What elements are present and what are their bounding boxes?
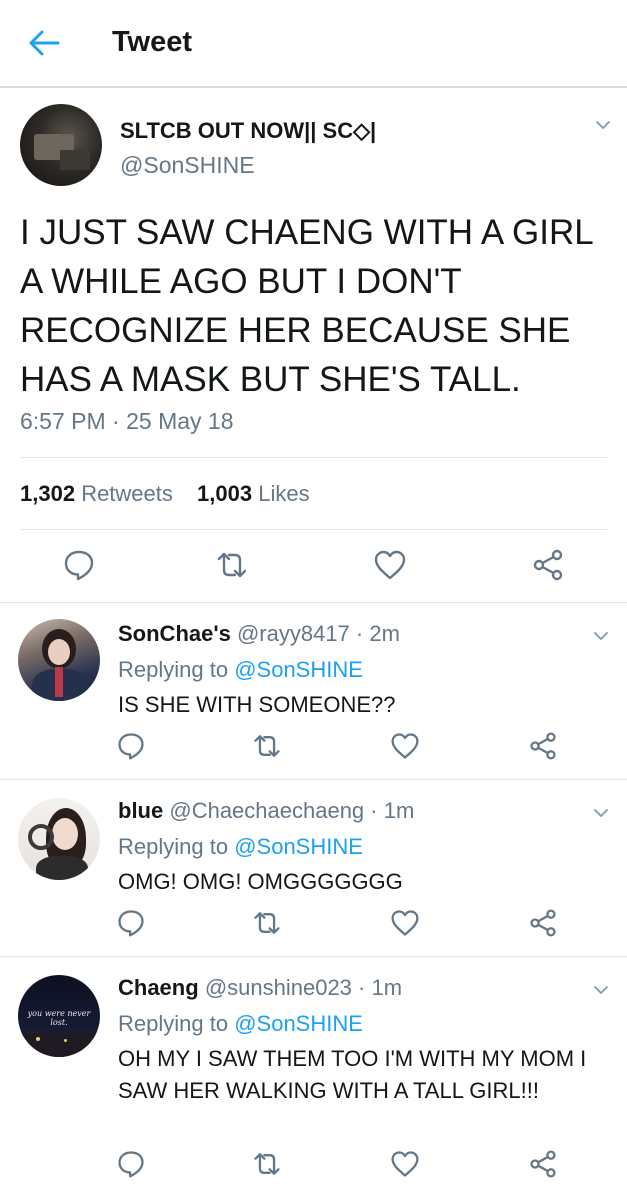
chevron-down-icon[interactable] — [596, 118, 610, 132]
retweet-icon[interactable] — [252, 1149, 282, 1179]
reply-author-handle[interactable]: @rayy8417 — [237, 621, 350, 646]
avatar[interactable] — [18, 619, 100, 701]
retweet-icon[interactable] — [215, 548, 249, 582]
like-heart-icon[interactable] — [373, 548, 407, 582]
like-heart-icon[interactable] — [390, 1149, 420, 1179]
reply-text: OH MY I SAW THEM TOO I'M WITH MY MOM I S… — [118, 1046, 587, 1103]
reply-text: IS SHE WITH SOMEONE?? — [118, 692, 396, 717]
tweet-author-name[interactable]: SLTCB OUT NOW|| SC◇| — [120, 118, 376, 144]
divider — [20, 457, 607, 458]
reply-tweet[interactable]: blue @Chaechaechaeng · 1m Replying to @S… — [0, 780, 627, 956]
reply-header: Chaeng @sunshine023 · 1m — [118, 975, 402, 1001]
main-tweet: SLTCB OUT NOW|| SC◇| @SonSHINE I JUST SA… — [0, 88, 627, 600]
reply-author-name[interactable]: Chaeng — [118, 975, 199, 1000]
avatar[interactable]: you were never lost. — [18, 975, 100, 1057]
reply-tweet[interactable]: SonChae's @rayy8417 · 2m Replying to @So… — [0, 603, 627, 779]
retweet-icon[interactable] — [252, 731, 282, 761]
replying-to-label: Replying to — [118, 1011, 229, 1036]
reply-header: blue @Chaechaechaeng · 1m — [118, 798, 414, 824]
back-arrow-icon[interactable] — [26, 28, 60, 58]
like-heart-icon[interactable] — [390, 731, 420, 761]
replying-to: Replying to @SonSHINE — [118, 834, 363, 860]
share-icon[interactable] — [528, 1149, 558, 1179]
reply-icon[interactable] — [62, 548, 96, 582]
divider — [20, 529, 607, 530]
reply-tweet[interactable]: you were never lost. Chaeng @sunshine023… — [0, 957, 627, 1200]
retweets-count[interactable]: 1,302 — [20, 481, 75, 506]
tweet-timestamp: 6:57 PM · 25 May 18 — [20, 408, 234, 434]
replying-to: Replying to @SonSHINE — [118, 1011, 363, 1037]
chevron-down-icon[interactable] — [594, 629, 608, 643]
reply-icon[interactable] — [116, 731, 146, 761]
avatar[interactable] — [18, 798, 100, 880]
replying-to-mention[interactable]: @SonSHINE — [234, 834, 363, 859]
reply-author-handle[interactable]: @Chaechaechaeng — [169, 798, 364, 823]
reply-author-name[interactable]: blue — [118, 798, 163, 823]
replying-to: Replying to @SonSHINE — [118, 657, 363, 683]
reply-author-name[interactable]: SonChae's — [118, 621, 231, 646]
like-heart-icon[interactable] — [390, 908, 420, 938]
tweet-text: I JUST SAW CHAENG WITH A GIRL A WHILE AG… — [20, 213, 593, 399]
chevron-down-icon[interactable] — [594, 983, 608, 997]
replying-to-label: Replying to — [118, 834, 229, 859]
share-icon[interactable] — [531, 548, 565, 582]
reply-text: OMG! OMG! OMGGGGGGG — [118, 869, 403, 894]
replying-to-label: Replying to — [118, 657, 229, 682]
reply-time: · 2m — [355, 621, 400, 646]
reply-header: SonChae's @rayy8417 · 2m — [118, 621, 400, 647]
replying-to-mention[interactable]: @SonSHINE — [234, 1011, 363, 1036]
tweet-author-handle[interactable]: @SonSHINE — [120, 152, 255, 179]
avatar[interactable] — [20, 104, 102, 186]
reply-author-handle[interactable]: @sunshine023 — [205, 975, 352, 1000]
reply-time: · 1m — [358, 975, 403, 1000]
reply-icon[interactable] — [116, 908, 146, 938]
retweets-label[interactable]: Retweets — [81, 481, 173, 506]
chevron-down-icon[interactable] — [594, 806, 608, 820]
page-title: Tweet — [112, 26, 193, 58]
likes-label[interactable]: Likes — [258, 481, 309, 506]
share-icon[interactable] — [528, 908, 558, 938]
reply-icon[interactable] — [116, 1149, 146, 1179]
avatar-caption: you were never lost. — [27, 1009, 91, 1027]
share-icon[interactable] — [528, 731, 558, 761]
replying-to-mention[interactable]: @SonSHINE — [234, 657, 363, 682]
likes-count[interactable]: 1,003 — [197, 481, 252, 506]
top-bar: Tweet — [0, 0, 627, 88]
reply-time: · 1m — [370, 798, 415, 823]
retweet-icon[interactable] — [252, 908, 282, 938]
tweet-stats: 1,302 Retweets 1,003 Likes — [20, 481, 310, 507]
